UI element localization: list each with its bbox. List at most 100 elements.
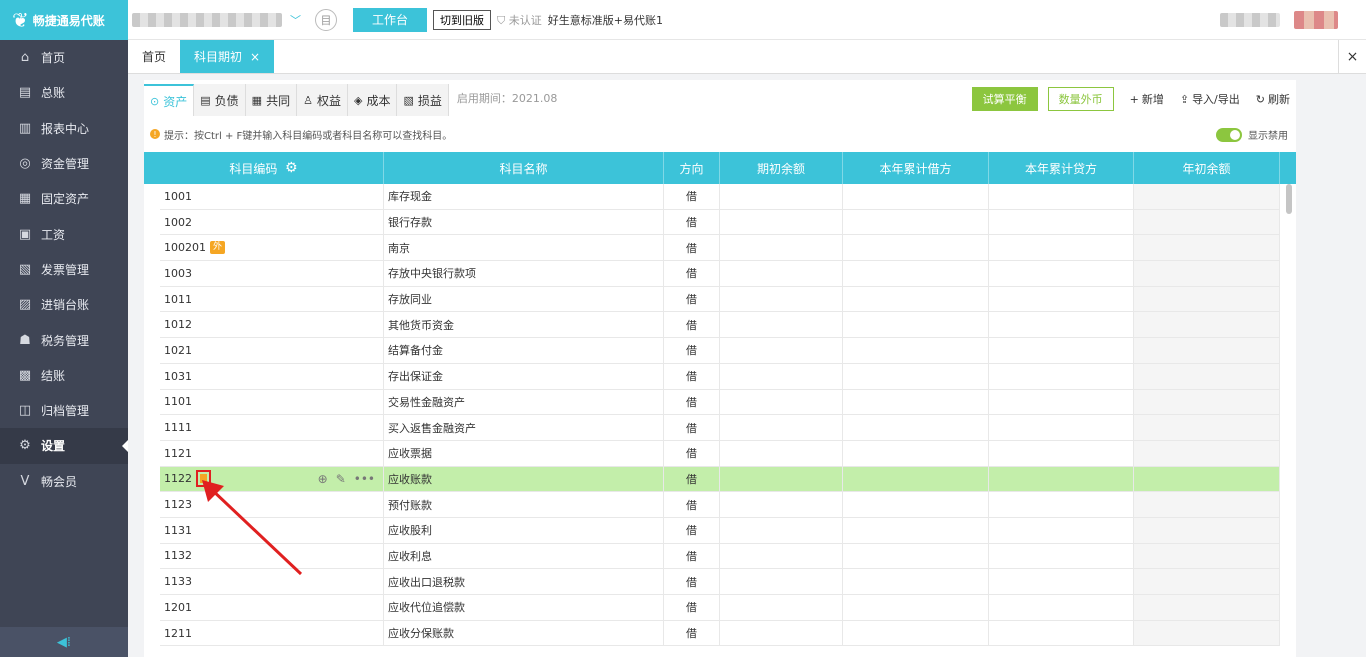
cell-ytd-credit[interactable] <box>989 543 1134 569</box>
cell-ytd-debit[interactable] <box>843 620 989 646</box>
cell-opening[interactable] <box>720 415 843 440</box>
cell-ytd-debit[interactable] <box>843 261 989 286</box>
table-row[interactable]: 1003 存放中央银行款项 借 <box>160 261 1280 287</box>
table-row[interactable]: 1031 存出保证金 借 <box>160 363 1280 390</box>
table-row[interactable]: 1111 买入返售金融资产 借 <box>160 415 1280 441</box>
category-tab[interactable]: ⊙ 资产 <box>144 84 195 116</box>
cell-opening[interactable] <box>720 595 843 620</box>
cell-opening[interactable] <box>720 261 843 286</box>
table-row[interactable]: 1001 库存现金 借 <box>160 184 1280 210</box>
show-disabled-toggle[interactable]: 显示禁用 <box>1216 127 1288 142</box>
cell-opening[interactable] <box>720 286 843 312</box>
table-row[interactable]: 1101 交易性金融资产 借 <box>160 389 1280 416</box>
sidebar-item-invoice[interactable]: ▧ 发票管理 <box>0 252 128 287</box>
cell-opening[interactable] <box>720 517 843 543</box>
cell-opening[interactable] <box>720 620 843 646</box>
cell-ytd-debit[interactable] <box>843 312 989 338</box>
cell-opening[interactable] <box>720 492 843 517</box>
cell-ytd-credit[interactable] <box>989 466 1134 492</box>
workbench-button[interactable]: 工作台 <box>353 7 427 32</box>
chevron-down-icon[interactable]: ﹀ <box>290 12 301 28</box>
cell-ytd-debit[interactable] <box>843 286 989 312</box>
sidebar-item-asset[interactable]: ▦ 固定资产 <box>0 181 128 216</box>
sidebar-item-chart[interactable]: ▥ 报表中心 <box>0 111 128 146</box>
cell-opening[interactable] <box>720 440 843 466</box>
cell-opening[interactable] <box>720 209 843 235</box>
table-row[interactable]: 1133 应收出口退税款 借 <box>160 569 1280 595</box>
cell-opening[interactable] <box>720 235 843 261</box>
cell-ytd-credit[interactable] <box>989 595 1134 620</box>
cell-ytd-debit[interactable] <box>843 363 989 389</box>
cell-opening[interactable] <box>720 543 843 569</box>
sidebar-item-home[interactable]: ⌂ 首页 <box>0 40 128 75</box>
table-row[interactable]: 1012 其他货币资金 借 <box>160 312 1280 339</box>
sidebar-item-close-books[interactable]: ▩ 结账 <box>0 358 128 393</box>
sidebar-item-vip[interactable]: V 畅会员 <box>0 464 128 499</box>
table-row[interactable]: 1121 应收票据 借 <box>160 440 1280 467</box>
cell-opening[interactable] <box>720 389 843 415</box>
cell-ytd-debit[interactable] <box>843 595 989 620</box>
cell-ytd-debit[interactable] <box>843 415 989 440</box>
cell-ytd-credit[interactable] <box>989 235 1134 261</box>
cell-ytd-debit[interactable] <box>843 184 989 209</box>
category-tab[interactable]: ◈ 成本 <box>347 84 398 116</box>
vertical-scrollbar[interactable] <box>1286 184 1292 214</box>
sidebar-item-tax[interactable]: ☗ 税务管理 <box>0 322 128 357</box>
category-tab[interactable]: ▧ 损益 <box>397 84 449 116</box>
gear-icon[interactable]: ⚙ <box>285 160 298 176</box>
cell-opening[interactable] <box>720 312 843 338</box>
switch-old-version-button[interactable]: 切到旧版 <box>433 9 491 30</box>
category-tab[interactable]: ▦ 共同 <box>245 84 298 116</box>
cell-ytd-debit[interactable] <box>843 235 989 261</box>
cell-ytd-credit[interactable] <box>989 569 1134 594</box>
close-icon[interactable]: × <box>250 50 260 64</box>
add-child-icon[interactable]: ⊕ <box>318 472 328 486</box>
cell-ytd-debit[interactable] <box>843 440 989 466</box>
collapse-sidebar-button[interactable]: ◀⁞ <box>0 627 128 657</box>
cell-ytd-credit[interactable] <box>989 363 1134 389</box>
cell-ytd-credit[interactable] <box>989 440 1134 466</box>
cell-ytd-credit[interactable] <box>989 261 1134 286</box>
table-row[interactable]: 1002 银行存款 借 <box>160 209 1280 236</box>
highlight-marker-icon[interactable] <box>196 470 211 488</box>
table-row[interactable]: 1201 应收代位追偿款 借 <box>160 595 1280 621</box>
cell-ytd-credit[interactable] <box>989 184 1134 209</box>
category-tab[interactable]: ▤ 负债 <box>194 84 246 116</box>
sidebar-item-money[interactable]: ◎ 资金管理 <box>0 146 128 181</box>
close-all-tabs-button[interactable]: × <box>1338 40 1366 74</box>
cell-ytd-credit[interactable] <box>989 620 1134 646</box>
cell-ytd-debit[interactable] <box>843 209 989 235</box>
more-icon[interactable]: ••• <box>354 472 375 486</box>
table-row[interactable]: 1123 预付账款 借 <box>160 492 1280 518</box>
table-row[interactable]: 1131 应收股利 借 <box>160 517 1280 544</box>
import-export-button[interactable]: ⇪ 导入/导出 <box>1180 91 1240 107</box>
table-row[interactable]: 1132 应收利息 借 <box>160 543 1280 570</box>
cell-opening[interactable] <box>720 466 843 492</box>
cell-ytd-credit[interactable] <box>989 389 1134 415</box>
cell-opening[interactable] <box>720 338 843 363</box>
cell-ytd-debit[interactable] <box>843 338 989 363</box>
sidebar-item-archive[interactable]: ◫ 归档管理 <box>0 393 128 428</box>
avatar[interactable] <box>1294 10 1338 29</box>
tab-home[interactable]: 首页 <box>128 40 180 73</box>
table-row[interactable]: 1021 结算备付金 借 <box>160 338 1280 364</box>
cell-opening[interactable] <box>720 184 843 209</box>
toggle-switch[interactable] <box>1216 127 1242 142</box>
cell-ytd-credit[interactable] <box>989 492 1134 517</box>
qty-currency-button[interactable]: 数量外币 <box>1047 87 1114 111</box>
cell-ytd-credit[interactable] <box>989 286 1134 312</box>
cell-ytd-credit[interactable] <box>989 312 1134 338</box>
sidebar-item-salary[interactable]: ▣ 工资 <box>0 216 128 251</box>
cell-opening[interactable] <box>720 363 843 389</box>
tab-subject-opening[interactable]: 科目期初 × <box>180 40 275 73</box>
list-icon[interactable]: 目 <box>315 8 337 31</box>
refresh-button[interactable]: ↻ 刷新 <box>1256 91 1290 107</box>
add-button[interactable]: + 新增 <box>1130 91 1164 107</box>
sidebar-item-inventory[interactable]: ▨ 进销台账 <box>0 287 128 322</box>
trial-balance-button[interactable]: 试算平衡 <box>971 87 1038 111</box>
cell-ytd-credit[interactable] <box>989 517 1134 543</box>
cell-ytd-debit[interactable] <box>843 466 989 492</box>
cell-ytd-debit[interactable] <box>843 569 989 594</box>
table-row[interactable]: 1211 应收分保账款 借 <box>160 620 1280 647</box>
logo[interactable]: ❦ 畅捷通易代账 <box>0 0 128 40</box>
